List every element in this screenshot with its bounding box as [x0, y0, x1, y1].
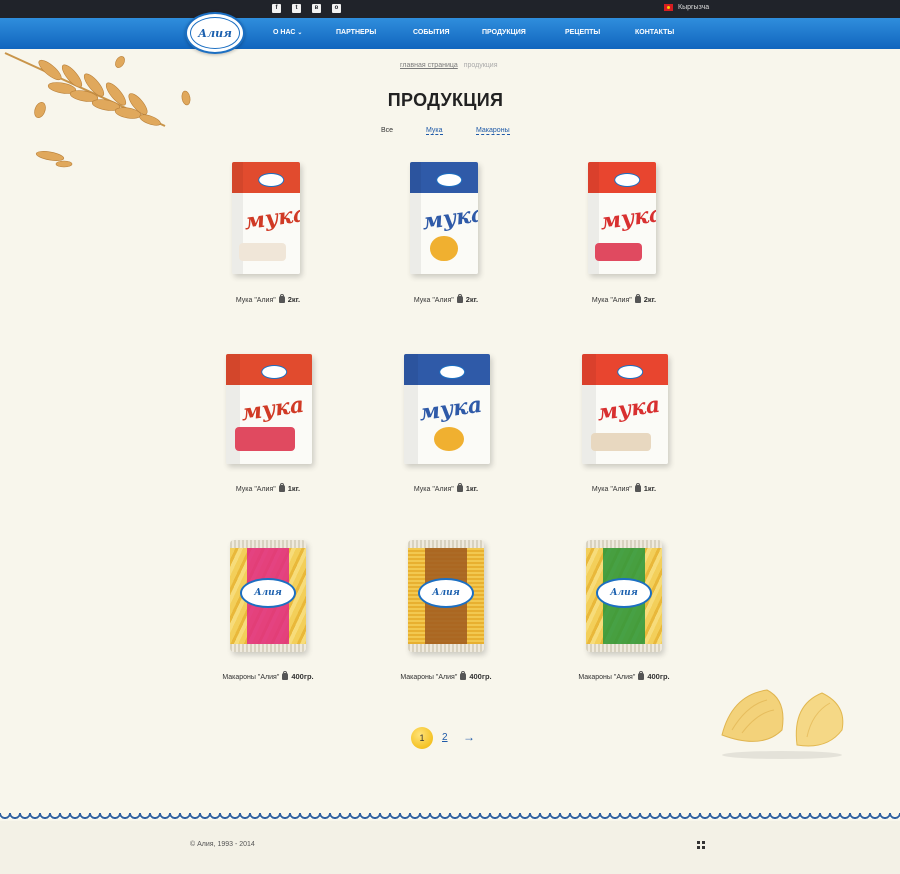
product-name: Макароны "Алия" — [578, 674, 636, 681]
pack-brand-logo: Алия — [418, 578, 474, 609]
weight-icon — [456, 294, 463, 303]
copyright-text: © Алия, 1993 - 2014 — [190, 841, 255, 848]
pack-brand-logo: Алия — [240, 578, 296, 609]
pasta-package-image: Алия — [230, 540, 306, 652]
product-name: Макароны "Алия" — [400, 674, 458, 681]
filter-all[interactable]: Все — [381, 127, 393, 134]
main-nav: О НАС ⌄ ПАРТНЕРЫ СОБЫТИЯ ПРОДУКЦИЯ РЕЦЕПТ… — [0, 29, 900, 39]
product-label: Мука "Алия" 1кг. — [178, 483, 358, 493]
product-weight: 1кг. — [643, 484, 657, 493]
product-name: Макароны "Алия" — [222, 674, 280, 681]
product-name: Мука "Алия" — [413, 486, 454, 493]
breadcrumb-home[interactable]: главная страница — [400, 62, 458, 69]
pagination: 1 2 → — [0, 727, 900, 751]
breadcrumb-current: продукция — [463, 62, 498, 69]
product-weight: 2кг. — [287, 295, 301, 304]
product-weight: 400гр. — [291, 672, 314, 681]
flour-package-image: мука — [226, 354, 312, 464]
language-switcher[interactable]: Кыргызча — [664, 4, 709, 11]
flour-package-image: мука — [404, 354, 490, 464]
product-label: Макароны "Алия" 400гр. — [534, 671, 714, 681]
pasta-package-image: Алия — [586, 540, 662, 652]
twitter-icon[interactable]: t — [292, 4, 301, 13]
weight-icon — [282, 671, 289, 680]
page-1-current[interactable]: 1 — [411, 727, 433, 749]
product-weight: 400гр. — [469, 672, 492, 681]
social-links: f t в о — [272, 4, 341, 13]
product-name: Мука "Алия" — [591, 297, 632, 304]
language-label: Кыргызча — [678, 4, 710, 11]
nav-item-contacts[interactable]: КОНТАКТЫ — [635, 29, 674, 36]
pasta-package-image: Алия — [408, 540, 484, 652]
nav-item-about[interactable]: О НАС ⌄ — [273, 29, 302, 36]
weight-icon — [634, 483, 641, 492]
nav-item-partners[interactable]: ПАРТНЕРЫ — [336, 29, 376, 36]
top-bar: f t в о Кыргызча — [0, 0, 900, 18]
product-label: Мука "Алия" 2кг. — [534, 294, 714, 304]
product-label: Мука "Алия" 1кг. — [534, 483, 714, 493]
product-name: Мука "Алия" — [235, 486, 276, 493]
weight-icon — [634, 294, 641, 303]
filter-flour[interactable]: Мука — [426, 127, 443, 135]
breadcrumb: главная страница продукция — [400, 62, 498, 69]
weight-icon — [278, 483, 285, 492]
weight-icon — [456, 483, 463, 492]
product-label: Мука "Алия" 2кг. — [356, 294, 536, 304]
product-name: Мука "Алия" — [235, 297, 276, 304]
product-name: Мука "Алия" — [591, 486, 632, 493]
weight-icon — [278, 294, 285, 303]
product-weight: 2кг. — [465, 295, 479, 304]
product-weight: 1кг. — [287, 484, 301, 493]
page-title: ПРОДУКЦИЯ — [387, 90, 504, 110]
product-weight: 2кг. — [643, 295, 657, 304]
kyrgyz-flag-icon — [664, 4, 673, 11]
nav-item-events[interactable]: СОБЫТИЯ — [413, 29, 450, 36]
product-label: Мука "Алия" 1кг. — [356, 483, 536, 493]
weight-icon — [460, 671, 467, 680]
product-weight: 400гр. — [647, 672, 670, 681]
nav-item-recipes[interactable]: РЕЦЕПТЫ — [565, 29, 600, 36]
footer: © Алия, 1993 - 2014 — [0, 821, 900, 874]
filter-pasta[interactable]: Макароны — [476, 127, 510, 135]
odnoklassniki-icon[interactable]: о — [332, 4, 341, 13]
chevron-down-icon: ⌄ — [297, 30, 303, 36]
flour-package-image: мука — [588, 162, 656, 274]
nav-about-label: О НАС — [273, 29, 296, 36]
page-2-link[interactable]: 2 — [442, 732, 448, 743]
product-weight: 1кг. — [465, 484, 479, 493]
grid-icon[interactable] — [697, 841, 705, 849]
nav-item-products[interactable]: ПРОДУКЦИЯ — [482, 29, 526, 36]
category-filters: Все Мука Макароны — [0, 127, 900, 137]
flour-package-image: мука — [582, 354, 668, 464]
facebook-icon[interactable]: f — [272, 4, 281, 13]
product-label: Мука "Алия" 2кг. — [178, 294, 358, 304]
product-name: Мука "Алия" — [413, 297, 454, 304]
weight-icon — [638, 671, 645, 680]
logo-text: Алия — [190, 17, 240, 49]
flour-package-image: мука — [232, 162, 300, 274]
vk-icon[interactable]: в — [312, 4, 321, 13]
flour-package-image: мука — [410, 162, 478, 274]
pack-brand-logo: Алия — [596, 578, 652, 609]
wheat-decoration — [4, 52, 191, 168]
next-page-arrow-icon[interactable]: → — [463, 730, 475, 744]
site-logo[interactable]: Алия — [185, 12, 245, 54]
product-label: Макароны "Алия" 400гр. — [178, 671, 358, 681]
product-label: Макароны "Алия" 400гр. — [356, 671, 536, 681]
footer-wave-divider — [0, 813, 900, 821]
